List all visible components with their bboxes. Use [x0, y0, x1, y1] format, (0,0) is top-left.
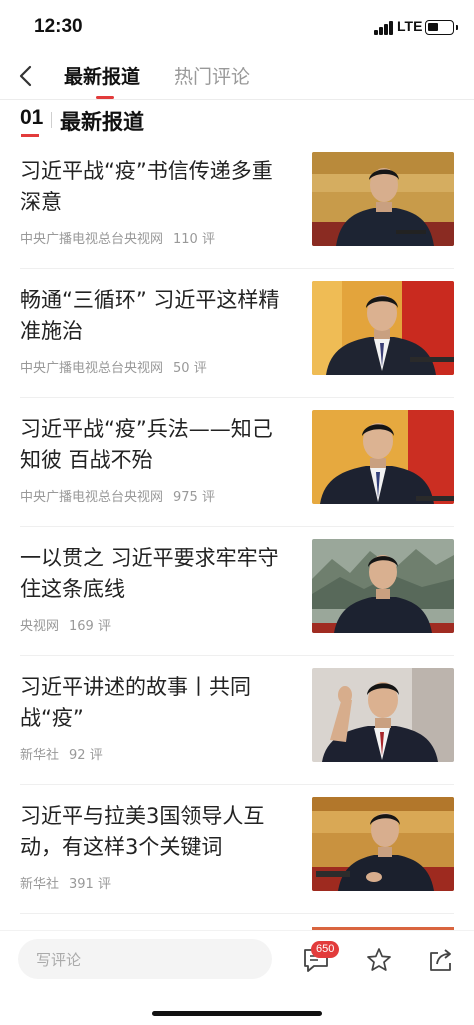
article-meta: 中央广播电视总台央视网 975 评 — [20, 486, 215, 505]
article-title[interactable]: 习近平与拉美3国领导人互动，有这样3个关键词 — [20, 801, 290, 863]
nav-bar: 最新报道 热门评论 — [0, 52, 474, 100]
article-source: 新华社 — [20, 748, 60, 763]
bottom-bar: 写评论 650 — [0, 930, 474, 1025]
article-comment-count: 92 评 — [69, 748, 103, 763]
article-item[interactable]: 畅通“三循环” 习近平这样精准施治 中央广播电视总台央视网 50 评 — [0, 281, 474, 410]
article-comment-count: 975 评 — [173, 490, 215, 505]
signal-icon — [374, 21, 394, 35]
section-number-underline — [21, 134, 39, 137]
article-item[interactable]: 一以贯之 习近平要求牢牢守住这条底线 央视网 169 评 — [0, 539, 474, 668]
star-icon[interactable] — [366, 947, 392, 973]
section-title: 最新报道 — [60, 110, 144, 134]
article-title[interactable]: 畅通“三循环” 习近平这样精准施治 — [20, 285, 290, 347]
status-time: 12:30 — [34, 16, 83, 37]
article-meta: 中央广播电视总台央视网 50 评 — [20, 357, 207, 376]
article-comment-count: 50 评 — [173, 361, 207, 376]
tab-active-indicator — [96, 96, 114, 99]
article-source: 中央广播电视总台央视网 — [20, 490, 164, 505]
article-meta: 中央广播电视总台央视网 110 评 — [20, 228, 215, 247]
article-item[interactable]: 习近平战“疫”兵法——知己知彼 百战不殆 中央广播电视总台央视网 975 评 — [0, 410, 474, 539]
article-title[interactable]: 习近平战“疫”书信传递多重深意 — [20, 156, 290, 218]
article-separator — [20, 526, 454, 527]
article-thumbnail[interactable] — [312, 797, 454, 891]
article-separator — [20, 268, 454, 269]
comment-input[interactable]: 写评论 — [18, 939, 272, 979]
article-thumbnail[interactable] — [312, 281, 454, 375]
article-thumbnail[interactable] — [312, 152, 454, 246]
article-comment-count: 391 评 — [69, 877, 111, 892]
article-item[interactable]: 习近平战“疫”书信传递多重深意 中央广播电视总台央视网 110 评 — [0, 152, 474, 281]
back-icon[interactable] — [16, 64, 38, 88]
article-comment-count: 110 评 — [173, 232, 215, 247]
article-comment-count: 169 评 — [69, 619, 111, 634]
article-source: 央视网 — [20, 619, 60, 634]
comment-count-badge: 650 — [311, 941, 340, 958]
article-thumbnail[interactable] — [312, 668, 454, 762]
article-meta: 新华社 92 评 — [20, 744, 103, 763]
article-source: 新华社 — [20, 877, 60, 892]
home-indicator — [152, 1011, 322, 1016]
article-thumbnail[interactable] — [312, 410, 454, 504]
article-item[interactable]: 习近平与拉美3国领导人互动，有这样3个关键词 新华社 391 评 — [0, 797, 474, 926]
article-title[interactable]: 一以贯之 习近平要求牢牢守住这条底线 — [20, 543, 290, 605]
share-icon[interactable] — [428, 947, 454, 973]
section-header: 01 最新报道 — [20, 104, 454, 138]
article-meta: 央视网 169 评 — [20, 615, 111, 634]
article-title[interactable]: 习近平战“疫”兵法——知己知彼 百战不殆 — [20, 414, 290, 476]
section-number: 01 — [20, 106, 44, 129]
tab-hot-comments[interactable]: 热门评论 — [174, 62, 250, 89]
article-separator — [20, 784, 454, 785]
tab-latest-reports[interactable]: 最新报道 — [64, 62, 140, 89]
article-source: 中央广播电视总台央视网 — [20, 232, 164, 247]
article-item[interactable]: 习近平讲述的故事丨共同战“疫” 新华社 92 评 — [0, 668, 474, 797]
battery-icon — [425, 20, 458, 35]
article-thumbnail[interactable] — [312, 539, 454, 633]
article-meta: 新华社 391 评 — [20, 873, 111, 892]
article-separator — [20, 397, 454, 398]
article-separator — [20, 655, 454, 656]
article-title[interactable]: 习近平讲述的故事丨共同战“疫” — [20, 672, 290, 734]
status-bar: 12:30 LTE — [0, 0, 474, 52]
section-divider — [51, 112, 52, 128]
article-source: 中央广播电视总台央视网 — [20, 361, 164, 376]
network-label: LTE — [397, 18, 423, 34]
article-separator — [20, 913, 454, 914]
comment-placeholder: 写评论 — [36, 951, 82, 969]
